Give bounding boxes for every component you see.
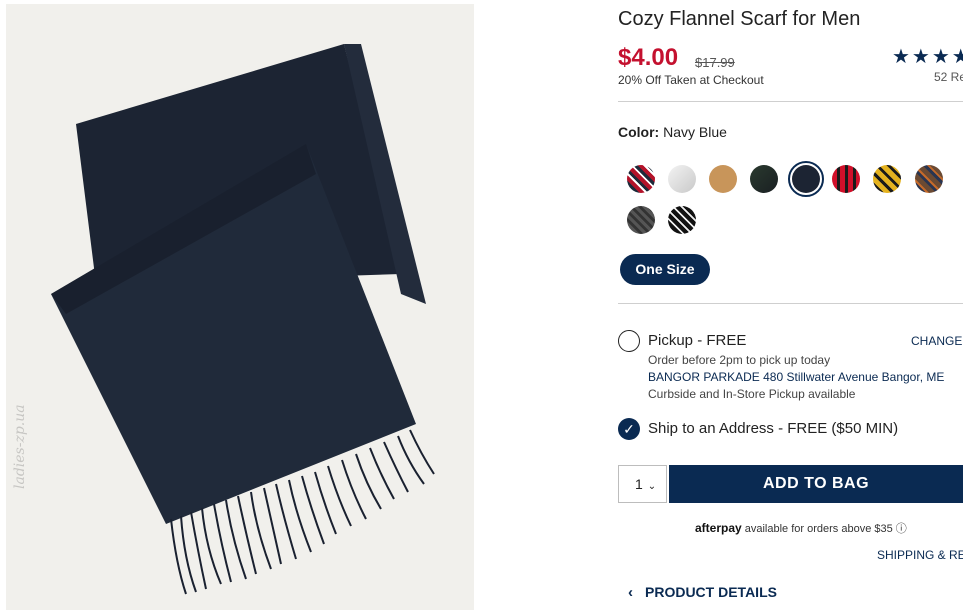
checkmark-icon: ✓ <box>623 421 635 437</box>
rating-stars[interactable]: ★★★★ <box>892 44 963 69</box>
afterpay-text: available for orders above $35 ⓘ <box>744 523 907 535</box>
pickup-radio[interactable] <box>618 330 640 352</box>
product-details-label: PRODUCT DETAILS <box>645 584 777 600</box>
afterpay-logo: afterpay <box>695 521 742 535</box>
afterpay-note: afterpay available for orders above $35 … <box>695 520 907 536</box>
chevron-down-icon: ⌄ <box>647 481 657 492</box>
divider <box>618 303 963 304</box>
swatch-red-plaid[interactable] <box>627 165 655 193</box>
sale-price: $4.00 <box>618 44 679 71</box>
store-address-link[interactable]: BANGOR PARKADE 480 Stillwater Avenue Ban… <box>648 370 944 384</box>
ship-label: Ship to an Address - FREE ($50 MIN) <box>648 420 899 437</box>
swatch-brown-plaid[interactable] <box>915 165 943 193</box>
pickup-note: Order before 2pm to pick up today <box>648 353 831 367</box>
image-watermark: ladies-zp.ua <box>12 404 28 489</box>
swatch-yellow-plaid[interactable] <box>873 165 901 193</box>
curbside-note: Curbside and In-Store Pickup available <box>648 387 856 401</box>
scarf-illustration <box>51 44 435 595</box>
size-one-size-button[interactable]: One Size <box>620 254 710 285</box>
pickup-label: Pickup - FREE <box>648 332 747 349</box>
swatch-camel[interactable] <box>709 165 737 193</box>
color-selection-label: Color: Navy Blue <box>618 124 727 140</box>
product-details-toggle[interactable]: ‹ PRODUCT DETAILS <box>628 584 777 601</box>
chevron-left-icon: ‹ <box>628 584 633 601</box>
change-store-link[interactable]: CHANGE S <box>911 334 963 348</box>
quantity-value: 1 <box>635 476 643 492</box>
swatch-navy-blue[interactable] <box>792 165 820 193</box>
add-to-bag-button[interactable]: ADD TO BAG <box>669 465 963 503</box>
discount-note: 20% Off Taken at Checkout <box>618 73 764 87</box>
swatch-light-gray[interactable] <box>668 165 696 193</box>
reviews-count[interactable]: 52 Re <box>934 70 963 84</box>
swatch-charcoal[interactable] <box>627 206 655 234</box>
swatch-dark-green[interactable] <box>750 165 778 193</box>
divider <box>618 101 963 102</box>
swatch-red-buffalo-check[interactable] <box>832 165 860 193</box>
shipping-returns-link[interactable]: SHIPPING & RET <box>877 548 963 562</box>
original-price: $17.99 <box>695 55 735 70</box>
product-image[interactable]: ladies-zp.ua <box>6 4 474 610</box>
color-label: Color: <box>618 124 660 140</box>
quantity-select[interactable]: 1 ⌄ <box>618 465 667 503</box>
product-info-panel: Cozy Flannel Scarf for Men $4.00 $17.99 … <box>618 0 963 612</box>
ship-radio-checked[interactable]: ✓ <box>618 418 640 440</box>
swatch-black-white-check[interactable] <box>668 206 696 234</box>
color-value: Navy Blue <box>663 124 727 140</box>
product-title: Cozy Flannel Scarf for Men <box>618 8 861 30</box>
